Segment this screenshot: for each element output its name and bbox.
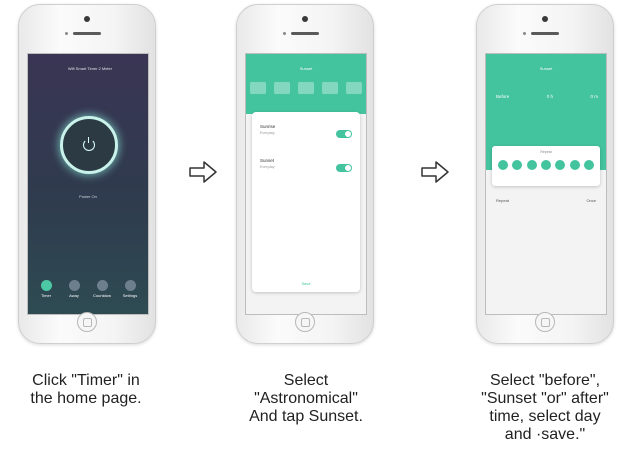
save-link[interactable]: Save — [252, 281, 360, 286]
caption-line: "Sunset "or" after" — [481, 390, 609, 407]
nav-label: Timer — [40, 293, 52, 298]
sensor — [65, 32, 68, 35]
front-camera — [84, 16, 90, 22]
earpiece-speaker — [531, 32, 559, 35]
repeat-value: Once — [586, 198, 596, 203]
home-button — [295, 312, 315, 332]
before-after-option[interactable]: Before — [496, 94, 509, 99]
day-button[interactable] — [540, 160, 551, 170]
screen-title: Sunset — [299, 66, 313, 71]
hours-option[interactable]: 0 h — [547, 94, 553, 99]
caption-step-1: Click "Timer" in the home page. — [0, 372, 172, 408]
home-screen: Wifi Smart Timer 2 Meter Power On Timer … — [27, 53, 149, 315]
caption-line: Select — [283, 372, 329, 389]
caption-line: and ·save." — [504, 426, 586, 443]
day-button[interactable] — [569, 160, 580, 170]
mode-tab[interactable] — [322, 82, 338, 94]
sunrise-toggle[interactable] — [336, 130, 352, 138]
right-arrow-icon — [189, 161, 217, 183]
day-button[interactable] — [555, 160, 566, 170]
offset-options: Before 0 h 0 m — [496, 94, 598, 99]
caption-line: "Astronomical" — [254, 390, 358, 407]
nav-countdown[interactable]: Countdown — [93, 280, 111, 298]
day-button[interactable] — [498, 160, 509, 170]
mode-tab[interactable] — [298, 82, 314, 94]
caption-step-3: Select "before", "Sunset "or" after" tim… — [456, 372, 634, 444]
sunset-row[interactable]: Sunset Everyday — [260, 158, 352, 186]
nav-settings[interactable]: Settings — [121, 280, 139, 298]
nav-timer[interactable]: Timer — [37, 280, 55, 298]
home-button — [535, 312, 555, 332]
caption-line: Select "before", — [489, 372, 601, 389]
phone-step-1: Wifi Smart Timer 2 Meter Power On Timer … — [18, 4, 156, 344]
home-button — [77, 312, 97, 332]
repeat-row[interactable]: Once Repeat — [496, 198, 596, 203]
caption-line: Click "Timer" in — [32, 372, 140, 389]
nav-label: Countdown — [93, 293, 111, 298]
sensor — [283, 32, 286, 35]
sensor — [523, 32, 526, 35]
power-dial[interactable] — [60, 116, 118, 174]
settings-icon — [124, 280, 136, 291]
sunrise-label: Sunrise — [260, 124, 276, 129]
power-icon — [83, 137, 95, 151]
astronomical-card: Sunrise Everyday Sunset Everyday Save — [252, 112, 360, 292]
sunset-settings-screen: Sunset Before 0 h 0 m Repeat Once Repeat — [485, 53, 607, 315]
front-camera — [302, 16, 308, 22]
right-arrow-icon — [421, 161, 449, 183]
caption-step-2: Select "Astronomical" And tap Sunset. — [220, 372, 392, 426]
sunset-label: Sunset — [260, 158, 275, 163]
countdown-icon — [96, 280, 108, 291]
phone-step-2: Sunset Sunrise Everyday Sunset Everyday … — [236, 4, 374, 344]
screen-title: Sunset — [539, 66, 553, 71]
caption-line: the home page. — [30, 390, 142, 407]
phone-step-3: Sunset Before 0 h 0 m Repeat Once Repeat — [476, 4, 614, 344]
front-camera — [542, 16, 548, 22]
day-button[interactable] — [512, 160, 523, 170]
day-picker: Repeat — [492, 146, 600, 186]
away-icon — [68, 280, 80, 291]
sunrise-row[interactable]: Sunrise Everyday — [260, 124, 352, 152]
mode-tab[interactable] — [274, 82, 290, 94]
nav-label: Settings — [122, 293, 138, 298]
repeat-label: Repeat — [496, 198, 509, 203]
timer-icon — [40, 280, 52, 291]
earpiece-speaker — [73, 32, 101, 35]
nav-away[interactable]: Away — [65, 280, 83, 298]
minutes-option[interactable]: 0 m — [590, 94, 598, 99]
mode-tab[interactable] — [346, 82, 362, 94]
day-button[interactable] — [526, 160, 537, 170]
bottom-nav: Timer Away Countdown Settings — [32, 280, 144, 306]
picker-caption: Repeat — [540, 150, 552, 154]
nav-label: Away — [69, 293, 79, 298]
mode-tabs — [250, 82, 362, 94]
device-title: Wifi Smart Timer 2 Meter — [67, 66, 113, 71]
astronomical-screen: Sunset Sunrise Everyday Sunset Everyday … — [245, 53, 367, 315]
mode-tab[interactable] — [250, 82, 266, 94]
earpiece-speaker — [291, 32, 319, 35]
day-buttons — [492, 160, 600, 170]
caption-line: time, select day — [489, 408, 601, 425]
screen-header: Sunset — [246, 54, 366, 114]
day-button[interactable] — [583, 160, 594, 170]
power-status: Power On — [79, 194, 97, 199]
sunset-toggle[interactable] — [336, 164, 352, 172]
caption-line: And tap Sunset. — [249, 408, 363, 425]
